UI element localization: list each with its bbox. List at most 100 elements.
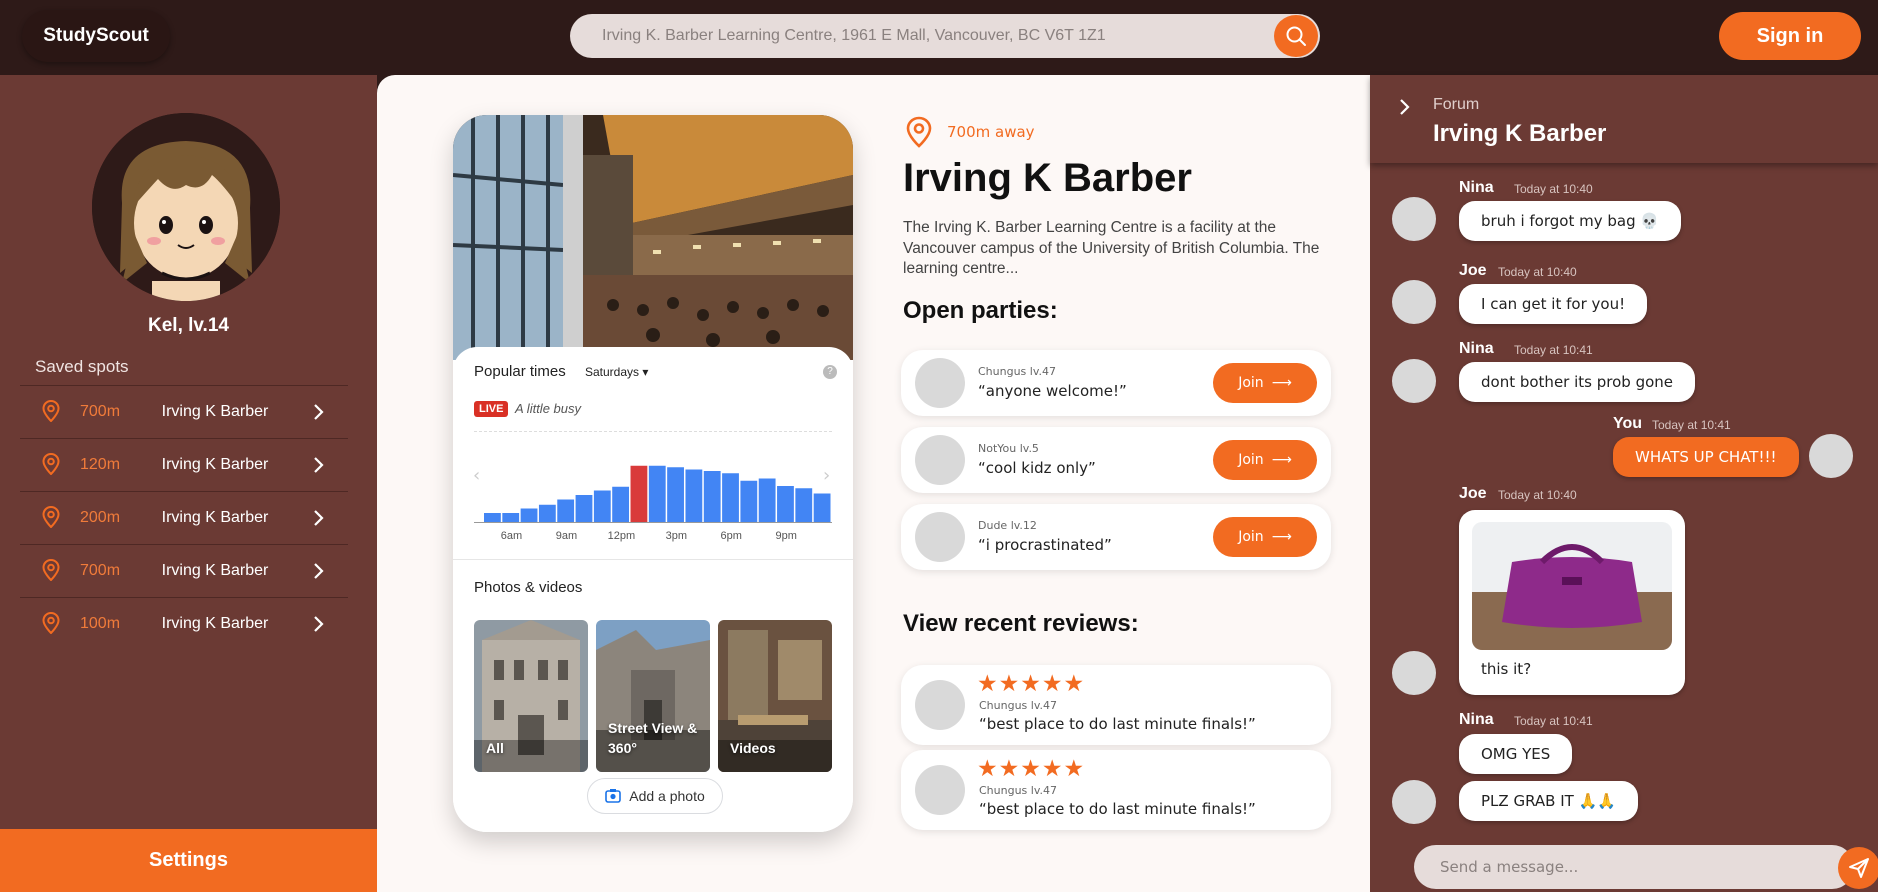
hour-bar[interactable] bbox=[685, 469, 703, 523]
send-button[interactable] bbox=[1838, 847, 1878, 889]
saved-spots-title: Saved spots bbox=[35, 357, 129, 376]
message-bubble: PLZ GRAB IT 🙏🙏 bbox=[1459, 781, 1638, 821]
add-photo-button[interactable]: Add a photo bbox=[587, 778, 723, 814]
sign-in-button[interactable]: Sign in bbox=[1719, 12, 1861, 60]
day-label: Saturdays bbox=[585, 365, 640, 379]
place-hero-photo[interactable] bbox=[453, 115, 853, 360]
avatar[interactable] bbox=[92, 113, 280, 301]
logo[interactable]: StudyScout bbox=[22, 10, 170, 62]
message-bubble: dont bother its prob gone bbox=[1459, 362, 1695, 402]
message-bubble: I can get it for you! bbox=[1459, 284, 1648, 324]
hour-bar[interactable] bbox=[593, 490, 611, 523]
hour-bar[interactable] bbox=[758, 478, 776, 523]
arrow-right-icon: ⟶ bbox=[1271, 452, 1292, 468]
party-host: NotYou lv.5 bbox=[978, 442, 1039, 455]
chart-tick-label: 9pm bbox=[775, 530, 797, 542]
hour-bar[interactable] bbox=[722, 473, 739, 522]
location-pin-icon bbox=[42, 559, 60, 581]
party-quote: “cool kidz only” bbox=[978, 459, 1096, 477]
review-card: ★★★★★ Chungus lv.47 “best place to do la… bbox=[901, 665, 1331, 745]
location-pin-icon bbox=[42, 612, 60, 634]
user-avatar[interactable] bbox=[1392, 280, 1436, 324]
reviewer-name: Chungus lv.47 bbox=[979, 699, 1057, 712]
party-quote: “i procrastinated” bbox=[978, 536, 1112, 554]
hour-bar[interactable] bbox=[813, 493, 831, 523]
join-button[interactable]: Join ⟶ bbox=[1213, 440, 1317, 480]
star-rating: ★★★★★ bbox=[977, 671, 1086, 697]
caret-down-icon: ▾ bbox=[642, 365, 649, 379]
join-button[interactable]: Join ⟶ bbox=[1213, 363, 1317, 403]
saved-spot-item[interactable]: 700m Irving K Barber bbox=[20, 544, 348, 597]
hour-bar[interactable] bbox=[703, 471, 721, 522]
star-rating: ★★★★★ bbox=[977, 756, 1086, 782]
chevron-right-icon[interactable] bbox=[1398, 97, 1412, 117]
hour-bar[interactable] bbox=[667, 467, 684, 522]
location-pin-icon bbox=[906, 116, 932, 148]
chart-ticks: 6am 9am 12pm 3pm 6pm 9pm bbox=[474, 530, 832, 546]
saved-spot-item[interactable]: 100m Irving K Barber bbox=[20, 597, 348, 650]
help-icon[interactable]: ? bbox=[823, 365, 837, 379]
library-interior-image bbox=[453, 115, 853, 360]
arrow-right-icon: ⟶ bbox=[1271, 375, 1292, 391]
message-bubble: OMG YES bbox=[1459, 734, 1573, 774]
user-avatar[interactable] bbox=[1392, 651, 1436, 695]
hour-bar[interactable] bbox=[520, 508, 538, 523]
my-avatar[interactable] bbox=[1809, 434, 1853, 478]
reviewer-avatar bbox=[915, 765, 965, 815]
day-selector[interactable]: Saturdays ▾ bbox=[585, 365, 648, 379]
hour-bar[interactable] bbox=[795, 488, 813, 522]
reviewer-name: Chungus lv.47 bbox=[979, 784, 1057, 797]
message-composer bbox=[1414, 845, 1878, 889]
review-text: “best place to do last minute finals!” bbox=[979, 800, 1256, 818]
message-author: Nina bbox=[1459, 340, 1494, 357]
hour-bar[interactable] bbox=[502, 513, 520, 522]
search-button[interactable] bbox=[1274, 15, 1318, 57]
chevron-right-icon bbox=[314, 404, 324, 420]
hour-bar[interactable] bbox=[557, 499, 575, 523]
hour-bar[interactable] bbox=[612, 486, 630, 522]
party-avatar bbox=[915, 435, 965, 485]
spot-name: Irving K Barber bbox=[161, 403, 269, 420]
message-author: You bbox=[1613, 415, 1643, 432]
photo-thumb-videos[interactable]: Videos bbox=[718, 620, 832, 772]
chevron-right-icon bbox=[314, 457, 324, 473]
message-author: Joe bbox=[1459, 485, 1487, 502]
hour-bar[interactable] bbox=[538, 504, 556, 522]
review-text: “best place to do last minute finals!” bbox=[979, 715, 1256, 733]
hour-bar[interactable] bbox=[777, 486, 794, 522]
chart-tick-label: 6pm bbox=[720, 530, 742, 542]
live-bar[interactable] bbox=[630, 465, 648, 522]
forum-label: Forum bbox=[1433, 96, 1480, 113]
reviews-title[interactable]: View recent reviews: bbox=[903, 610, 1139, 638]
photo-thumb-all[interactable]: All bbox=[474, 620, 588, 772]
user-avatar[interactable] bbox=[1392, 197, 1436, 241]
message-input[interactable] bbox=[1414, 845, 1804, 889]
my-message-bubble: WHATS UP CHAT!!! bbox=[1613, 437, 1799, 477]
user-avatar[interactable] bbox=[1392, 780, 1436, 824]
party-card: Chungus lv.47 “anyone welcome!” Join ⟶ bbox=[901, 350, 1331, 416]
photo-thumb-street-view[interactable]: Street View & 360° bbox=[596, 620, 710, 772]
settings-button[interactable]: Settings bbox=[0, 829, 377, 892]
hour-bar[interactable] bbox=[648, 465, 666, 522]
saved-spot-item[interactable]: 200m Irving K Barber bbox=[20, 491, 348, 544]
spot-distance: 100m bbox=[80, 615, 121, 632]
camera-icon bbox=[605, 789, 622, 803]
search-input[interactable] bbox=[570, 14, 1270, 58]
spot-distance: 700m bbox=[80, 403, 121, 420]
shared-image[interactable] bbox=[1472, 522, 1672, 650]
saved-spot-item[interactable]: 120m Irving K Barber bbox=[20, 438, 348, 491]
saved-spot-item[interactable]: 700m Irving K Barber bbox=[20, 385, 348, 438]
location-pin-icon bbox=[42, 400, 60, 422]
join-label: Join bbox=[1238, 529, 1264, 545]
bag-photo bbox=[1472, 522, 1672, 650]
hour-bar[interactable] bbox=[575, 495, 593, 522]
user-avatar[interactable] bbox=[1392, 359, 1436, 403]
hour-bar[interactable] bbox=[740, 480, 758, 522]
popular-times-chart bbox=[484, 465, 831, 523]
hour-bar[interactable] bbox=[484, 513, 501, 522]
message-time: Today at 10:40 bbox=[1498, 488, 1577, 502]
divider bbox=[474, 431, 832, 432]
join-button[interactable]: Join ⟶ bbox=[1213, 517, 1317, 557]
party-quote: “anyone welcome!” bbox=[978, 382, 1127, 400]
message-time: Today at 10:41 bbox=[1514, 714, 1593, 728]
